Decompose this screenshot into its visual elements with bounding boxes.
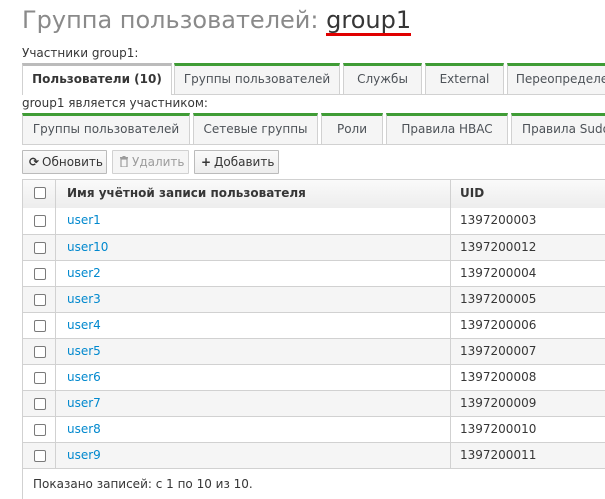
column-header-uid[interactable]: UID xyxy=(451,180,605,208)
add-label: Добавить xyxy=(214,155,275,169)
member-of-tabbar: Группы пользователей Сетевые группы Роли… xyxy=(22,113,605,145)
tab-user-groups[interactable]: Группы пользователей xyxy=(174,63,340,94)
user-link[interactable]: user8 xyxy=(67,422,101,436)
uid-cell: 1397200007 xyxy=(460,344,537,358)
uid-cell: 1397200003 xyxy=(460,213,537,227)
table-row: user6 1397200008 xyxy=(23,364,605,390)
table-row: user2 1397200004 xyxy=(23,260,605,286)
table-footer: Показано записей: с 1 по 10 из 10. xyxy=(23,468,605,499)
row-checkbox[interactable] xyxy=(34,268,46,280)
select-all-checkbox[interactable] xyxy=(34,187,46,199)
table-row: user3 1397200005 xyxy=(23,286,605,312)
table-row: user10 1397200012 xyxy=(23,234,605,260)
uid-cell: 1397200008 xyxy=(460,370,537,384)
row-checkbox[interactable] xyxy=(34,398,46,410)
tab-member-of-hbac-rules[interactable]: Правила HBAC xyxy=(386,113,508,144)
member-of-section-label: group1 является участником: xyxy=(22,96,208,110)
row-checkbox[interactable] xyxy=(34,424,46,436)
row-checkbox[interactable] xyxy=(34,372,46,384)
row-checkbox[interactable] xyxy=(34,242,46,254)
row-checkbox[interactable] xyxy=(34,450,46,462)
group-name: group1 xyxy=(326,6,412,34)
add-button[interactable]: + Добавить xyxy=(194,150,279,174)
delete-label: Удалить xyxy=(132,155,185,169)
refresh-label: Обновить xyxy=(42,155,103,169)
row-checkbox[interactable] xyxy=(34,346,46,358)
page-title-prefix: Группа пользователей: xyxy=(22,6,327,34)
table-row: user4 1397200006 xyxy=(23,312,605,338)
user-link[interactable]: user2 xyxy=(67,266,101,280)
tab-member-of-user-groups[interactable]: Группы пользователей xyxy=(22,113,190,144)
uid-cell: 1397200010 xyxy=(460,422,537,436)
uid-cell: 1397200009 xyxy=(460,396,537,410)
row-checkbox[interactable] xyxy=(34,320,46,332)
table-body: user1 1397200003 user10 1397200012 user2 1397… xyxy=(23,208,605,468)
table-row: user9 1397200011 xyxy=(23,442,605,468)
table-row: user5 1397200007 xyxy=(23,338,605,364)
table-row: user8 1397200010 xyxy=(23,416,605,442)
trash-icon xyxy=(118,151,130,173)
user-link[interactable]: user6 xyxy=(67,370,101,384)
user-link[interactable]: user9 xyxy=(67,448,101,462)
tab-member-of-sudo-rules[interactable]: Правила Sudo xyxy=(511,113,605,144)
row-checkbox[interactable] xyxy=(34,215,46,227)
pagination-summary: Показано записей: с 1 по 10 из 10. xyxy=(33,477,253,491)
user-link[interactable]: user4 xyxy=(67,318,101,332)
table-row: user7 1397200009 xyxy=(23,390,605,416)
user-link[interactable]: user10 xyxy=(67,240,108,254)
plus-icon: + xyxy=(200,155,212,169)
table-row: user1 1397200003 xyxy=(23,208,605,234)
page-title: Группа пользователей: group1 xyxy=(22,4,411,36)
user-link[interactable]: user7 xyxy=(67,396,101,410)
user-link[interactable]: user3 xyxy=(67,292,101,306)
uid-cell: 1397200006 xyxy=(460,318,537,332)
tab-services[interactable]: Службы xyxy=(343,63,422,94)
tab-external[interactable]: External xyxy=(425,63,504,94)
row-checkbox[interactable] xyxy=(34,294,46,306)
column-header-username[interactable]: Имя учётной записи пользователя xyxy=(56,180,451,208)
refresh-button[interactable]: ⟳ Обновить xyxy=(22,150,107,174)
delete-button[interactable]: Удалить xyxy=(112,150,189,174)
tab-member-of-roles[interactable]: Роли xyxy=(321,113,383,144)
user-link[interactable]: user1 xyxy=(67,213,101,227)
members-table: Имя учётной записи пользователя UID user… xyxy=(22,179,605,499)
refresh-icon: ⟳ xyxy=(28,155,40,169)
uid-cell: 1397200005 xyxy=(460,292,537,306)
members-section-label: Участники group1: xyxy=(22,46,139,60)
tab-overrides[interactable]: Переопределе xyxy=(507,63,605,94)
uid-cell: 1397200004 xyxy=(460,266,537,280)
uid-cell: 1397200011 xyxy=(460,448,537,462)
tab-member-of-netgroups[interactable]: Сетевые группы xyxy=(193,113,318,144)
uid-cell: 1397200012 xyxy=(460,240,537,254)
members-tabbar: Пользователи (10) Группы пользователей С… xyxy=(22,63,605,95)
user-link[interactable]: user5 xyxy=(67,344,101,358)
table-header: Имя учётной записи пользователя UID xyxy=(23,180,605,208)
tab-users[interactable]: Пользователи (10) xyxy=(22,63,172,95)
